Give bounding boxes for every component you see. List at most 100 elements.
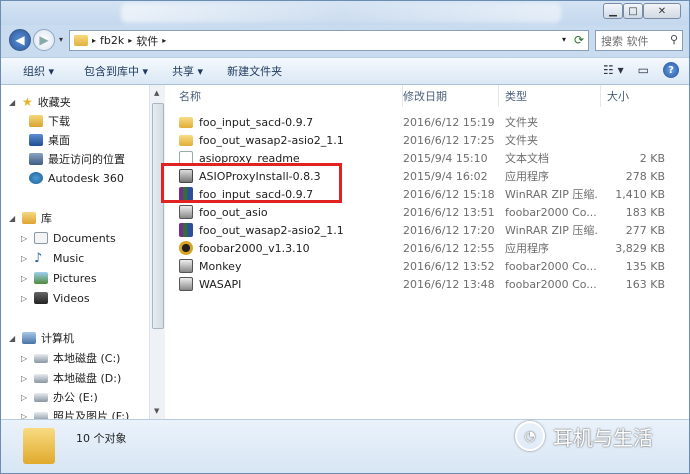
scroll-down-arrow-icon[interactable]: ▼ — [154, 407, 159, 415]
file-date: 2016/6/12 13:51 — [403, 205, 495, 219]
cloud-icon — [29, 172, 43, 184]
file-row[interactable]: foo_out_wasap2-asio2_1.1 2016/6/12 17:25… — [165, 131, 689, 149]
nav-label: Music — [53, 251, 85, 265]
file-date: 2015/9/4 15:10 — [403, 151, 488, 165]
file-row[interactable]: Monkey 2016/6/12 13:52 foobar2000 Co... … — [165, 257, 689, 275]
expand-arrow-icon[interactable]: ▷ — [21, 274, 29, 283]
nav-label: 下载 — [48, 115, 70, 128]
search-icon[interactable]: ⚲ — [670, 33, 678, 46]
file-row[interactable]: WASAPI 2016/6/12 13:48 foobar2000 Co... … — [165, 275, 689, 293]
nav-label: Pictures — [53, 271, 97, 285]
item-count: 10 个对象 — [76, 432, 127, 445]
nav-computer[interactable]: ◢ 计算机 — [9, 329, 74, 347]
file-name: foo_out_wasap2-asio2_1.1 — [199, 223, 344, 237]
nav-pictures[interactable]: ▷ Pictures — [21, 269, 97, 287]
videos-icon — [34, 292, 48, 304]
nav-desktop[interactable]: 桌面 — [29, 131, 70, 149]
file-size: 278 KB — [625, 169, 665, 183]
address-bar-row: ◀ ▶ ▾ ▸ fb2k ▸ 软件 ▸ ▾ ⟳ 搜索 软件 ⚲ — [1, 25, 689, 55]
organize-menu[interactable]: 组织 ▾ — [1, 63, 66, 79]
expand-arrow-icon[interactable]: ▷ — [21, 294, 29, 303]
nav-libraries[interactable]: ◢ 库 — [9, 209, 52, 227]
file-date: 2016/6/12 17:25 — [403, 133, 495, 147]
file-date: 2016/6/12 12:55 — [403, 241, 495, 255]
share-menu[interactable]: 共享 ▾ — [160, 63, 215, 79]
nav-drive-c[interactable]: ▷ 本地磁盘 (C:) — [21, 349, 120, 367]
column-header-type[interactable]: 类型 — [499, 85, 601, 107]
column-header-date[interactable]: 修改日期 — [397, 85, 499, 107]
forward-button[interactable]: ▶ — [33, 29, 55, 51]
nav-favorites[interactable]: ◢ ★ 收藏夹 — [9, 93, 71, 111]
nav-label: 计算机 — [41, 332, 74, 345]
close-button[interactable]: ✕ — [643, 3, 681, 19]
folder-icon — [179, 134, 193, 146]
explorer-window: ▁ □ ✕ ◀ ▶ ▾ ▸ fb2k ▸ 软件 ▸ ▾ ⟳ 搜索 软件 ⚲ 组织… — [0, 0, 690, 474]
nav-pane-scrollbar[interactable]: ▲ ▼ — [149, 85, 165, 419]
minimize-button[interactable]: ▁ — [603, 3, 623, 19]
expand-arrow-icon[interactable]: ▷ — [21, 254, 29, 263]
file-row[interactable]: foo_input_sacd-0.9.7 2016/6/12 15:19 文件夹 — [165, 113, 689, 131]
collapse-arrow-icon[interactable]: ◢ — [9, 214, 17, 223]
file-name: Monkey — [199, 259, 242, 273]
scroll-up-arrow-icon[interactable]: ▲ — [154, 89, 159, 97]
column-header-name[interactable]: 名称 — [173, 85, 403, 107]
drive-icon — [34, 353, 48, 363]
file-name: WASAPI — [199, 277, 242, 291]
file-type: 应用程序 — [505, 170, 549, 183]
computer-icon — [22, 332, 36, 344]
wechat-icon: ◔ — [515, 421, 545, 451]
file-type: 文本文档 — [505, 152, 549, 165]
nav-drive-d[interactable]: ▷ 本地磁盘 (D:) — [21, 369, 121, 387]
nav-label: Documents — [53, 231, 116, 245]
music-icon: ♪ — [34, 250, 43, 266]
nav-label: 本地磁盘 (D:) — [53, 372, 122, 385]
nav-recent-places[interactable]: 最近访问的位置 — [29, 150, 125, 168]
foobar-component-icon — [179, 259, 193, 273]
search-input[interactable]: 搜索 软件 ⚲ — [595, 30, 683, 51]
nav-label: 库 — [41, 212, 52, 225]
nav-drive-e[interactable]: ▷ 办公 (E:) — [21, 388, 98, 406]
address-dropdown[interactable]: ▾ — [562, 35, 566, 44]
expand-arrow-icon[interactable]: ▷ — [21, 393, 29, 402]
expand-arrow-icon[interactable]: ▷ — [21, 354, 29, 363]
nav-videos[interactable]: ▷ Videos — [21, 289, 90, 307]
file-row[interactable]: foo_out_asio 2016/6/12 13:51 foobar2000 … — [165, 203, 689, 221]
refresh-icon[interactable]: ⟳ — [574, 33, 584, 47]
nav-label: 桌面 — [48, 134, 70, 147]
file-type: foobar2000 Co... — [505, 277, 597, 291]
nav-documents[interactable]: ▷ Documents — [21, 229, 116, 247]
nav-label: Autodesk 360 — [48, 171, 124, 185]
scrollbar-thumb[interactable] — [152, 103, 164, 329]
expand-arrow-icon[interactable]: ▷ — [21, 234, 29, 243]
maximize-button[interactable]: □ — [623, 3, 643, 19]
file-date: 2016/6/12 17:20 — [403, 223, 495, 237]
file-size: 2 KB — [639, 151, 665, 165]
file-row[interactable]: foo_out_wasap2-asio2_1.1 2016/6/12 17:20… — [165, 221, 689, 239]
star-icon: ★ — [22, 95, 33, 109]
nav-label: 本地磁盘 (C:) — [53, 352, 121, 365]
include-in-library-menu[interactable]: 包含到库中 ▾ — [72, 63, 160, 79]
file-size: 3,829 KB — [615, 241, 665, 255]
new-folder-button[interactable]: 新建文件夹 — [215, 63, 294, 79]
nav-music[interactable]: ▷ ♪ Music — [21, 249, 84, 267]
back-button[interactable]: ◀ — [9, 29, 31, 51]
nav-autodesk[interactable]: Autodesk 360 — [29, 169, 124, 187]
recent-places-icon — [29, 153, 43, 165]
view-options-icon[interactable]: ☷ ▾ — [603, 63, 624, 77]
expand-arrow-icon[interactable]: ▷ — [21, 374, 29, 383]
watermark-text: 耳机与生活 — [553, 425, 653, 450]
collapse-arrow-icon[interactable]: ◢ — [9, 98, 17, 107]
preview-pane-icon[interactable]: ▭ — [638, 63, 649, 77]
breadcrumb-separator: ▸ — [92, 36, 97, 45]
file-row[interactable]: foobar2000_v1.3.10 2016/6/12 12:55 应用程序 … — [165, 239, 689, 257]
breadcrumb-item[interactable]: 软件 — [136, 33, 158, 49]
recent-pages-dropdown[interactable]: ▾ — [59, 35, 63, 44]
address-field[interactable]: ▸ fb2k ▸ 软件 ▸ ▾ ⟳ — [69, 30, 589, 51]
breadcrumb-item[interactable]: fb2k — [100, 34, 124, 47]
column-header-size[interactable]: 大小 — [601, 85, 689, 107]
breadcrumb-separator: ▸ — [128, 36, 133, 45]
collapse-arrow-icon[interactable]: ◢ — [9, 334, 17, 343]
nav-downloads[interactable]: 下载 — [29, 112, 70, 130]
nav-label: 最近访问的位置 — [48, 153, 125, 166]
help-icon[interactable]: ? — [663, 62, 679, 78]
